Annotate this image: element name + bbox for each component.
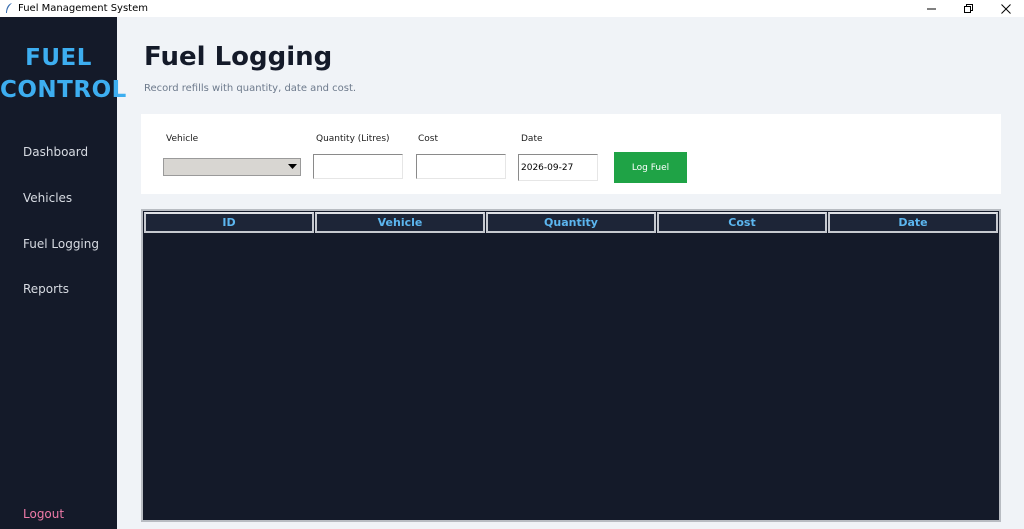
column-header-vehicle[interactable]: Vehicle	[315, 212, 485, 233]
sidebar-item-dashboard[interactable]: Dashboard	[23, 145, 88, 159]
sidebar: FUEL CONTROL Dashboard Vehicles Fuel Log…	[0, 17, 127, 529]
cost-input[interactable]	[416, 154, 506, 179]
column-header-date[interactable]: Date	[828, 212, 998, 233]
fuel-log-table[interactable]: ID Vehicle Quantity Cost Date	[141, 209, 1001, 522]
date-label: Date	[521, 134, 543, 144]
log-fuel-button[interactable]: Log Fuel	[614, 152, 687, 183]
sidebar-item-fuel-logging[interactable]: Fuel Logging	[23, 237, 99, 251]
cost-label: Cost	[418, 134, 439, 144]
minimize-icon	[926, 0, 937, 18]
column-header-id[interactable]: ID	[144, 212, 314, 233]
window-controls	[913, 0, 1024, 17]
column-header-quantity[interactable]: Quantity	[486, 212, 656, 233]
minimize-button[interactable]	[913, 0, 950, 17]
page-subtitle: Record refills with quantity, date and c…	[144, 83, 357, 94]
dropdown-arrow-icon	[286, 160, 299, 174]
page-title: Fuel Logging	[144, 42, 333, 72]
vehicle-select[interactable]	[163, 158, 301, 176]
logout-link[interactable]: Logout	[23, 507, 64, 521]
logo-line-2: CONTROL	[0, 77, 127, 103]
restore-icon	[963, 0, 974, 18]
feather-icon	[4, 3, 14, 15]
logo-line-1: FUEL	[25, 45, 92, 71]
table-header: ID Vehicle Quantity Cost Date	[144, 212, 998, 233]
close-icon	[1000, 0, 1011, 18]
close-button[interactable]	[987, 0, 1024, 17]
restore-button[interactable]	[950, 0, 987, 17]
sidebar-item-vehicles[interactable]: Vehicles	[23, 191, 72, 205]
vehicle-label: Vehicle	[166, 134, 199, 144]
date-input[interactable]	[518, 154, 598, 181]
quantity-label: Quantity (Litres)	[316, 134, 390, 144]
column-header-cost[interactable]: Cost	[657, 212, 827, 233]
sidebar-item-reports[interactable]: Reports	[23, 282, 69, 296]
quantity-input[interactable]	[313, 154, 403, 179]
window-titlebar: Fuel Management System	[0, 0, 1024, 17]
window-title: Fuel Management System	[18, 3, 148, 14]
